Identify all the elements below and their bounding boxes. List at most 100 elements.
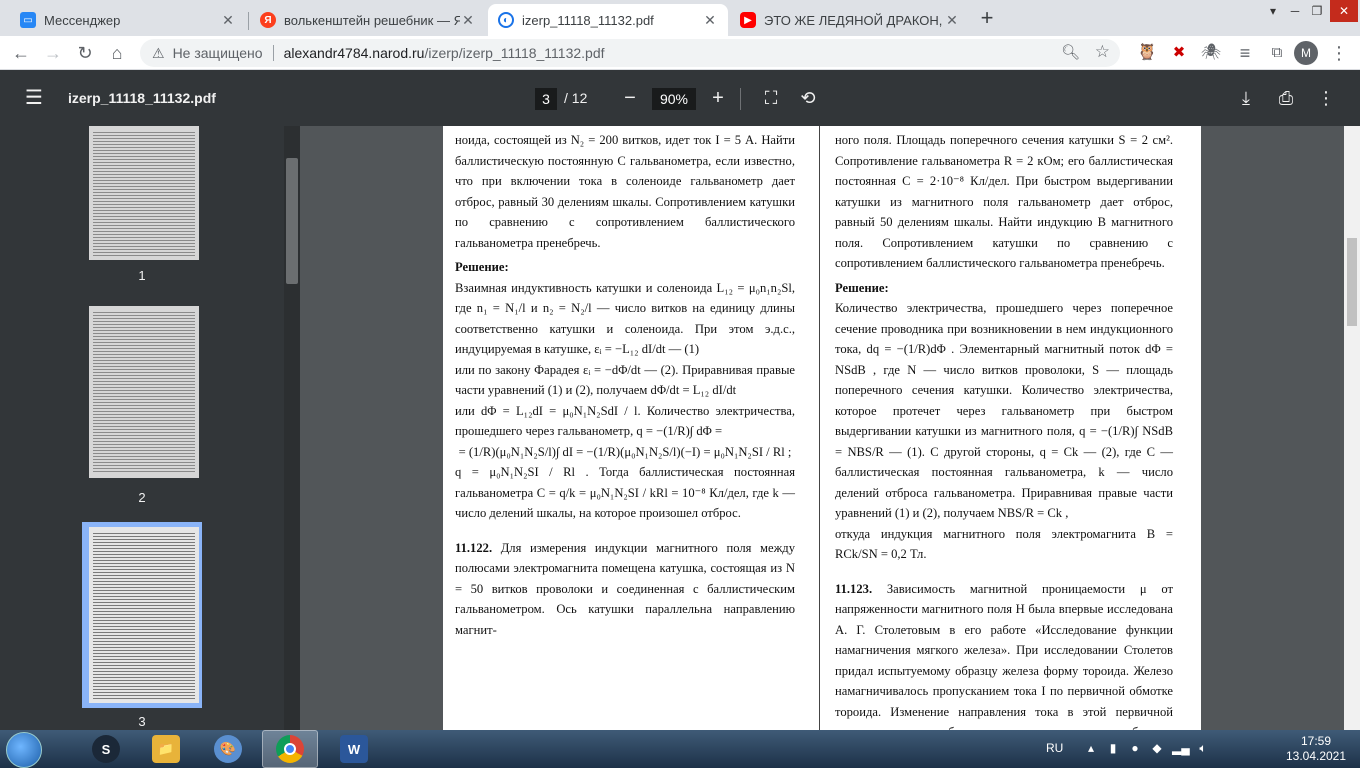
sidebar-scrollbar-thumb[interactable] bbox=[286, 158, 298, 284]
volume-icon[interactable]: 🔈︎ bbox=[1196, 741, 1210, 755]
folder-icon: 📁 bbox=[152, 735, 180, 763]
window-menu-button[interactable]: ▾ bbox=[1262, 0, 1284, 22]
more-options-icon[interactable]: ⋮ bbox=[1312, 84, 1340, 112]
tab-title: ЭТО ЖЕ ЛЕДЯНОЙ ДРАКОН, СП bbox=[764, 12, 944, 28]
close-icon[interactable]: ✕ bbox=[460, 12, 476, 29]
tab-pdf[interactable]: ◐ izerp_11118_11132.pdf ✕ bbox=[488, 4, 728, 36]
thumbnail-text-lines bbox=[93, 310, 195, 474]
taskbar-word[interactable]: W bbox=[326, 730, 382, 768]
pdf-icon: ◐ bbox=[498, 12, 514, 28]
close-icon[interactable]: ✕ bbox=[220, 12, 236, 29]
home-icon[interactable]: ⌂ bbox=[104, 40, 130, 66]
problem-number: 11.122. bbox=[455, 540, 493, 555]
forward-arrow-icon[interactable]: → bbox=[40, 40, 66, 66]
signal-icon[interactable]: ▂▄ bbox=[1172, 741, 1190, 755]
extensions-puzzle-icon[interactable]: ⧉ bbox=[1264, 40, 1290, 66]
column-divider bbox=[819, 126, 820, 730]
start-button[interactable] bbox=[6, 732, 42, 768]
show-hidden-icons[interactable]: ▴ bbox=[1084, 741, 1098, 755]
zoom-in-button[interactable]: + bbox=[704, 84, 732, 112]
clock[interactable]: 17:59 13.04.2021 bbox=[1280, 734, 1352, 764]
new-tab-button[interactable]: + bbox=[974, 6, 1000, 32]
solution-paragraph: Взаимная индуктивность катушки и соленои… bbox=[455, 280, 795, 357]
problem-text: Для измерения индукции магнитного поля м… bbox=[455, 540, 795, 637]
clock-time: 17:59 bbox=[1300, 734, 1332, 748]
problem-text: ноида, состоящей из N₂ = 200 витков, иде… bbox=[455, 133, 795, 250]
browser-toolbar: ← → ↻ ⌂ ⚠ Не защищено alexandr4784.narod… bbox=[0, 36, 1360, 70]
paint-palette-icon: 🎨 bbox=[214, 735, 242, 763]
print-icon[interactable]: ⎙ bbox=[1272, 84, 1300, 112]
clock-date: 13.04.2021 bbox=[1285, 749, 1347, 763]
tab-title: волькенштейн решебник — Янд bbox=[284, 12, 460, 28]
youtube-icon: ▶ bbox=[740, 12, 756, 28]
close-icon[interactable]: ✕ bbox=[702, 12, 718, 29]
tab-title: Мессенджер bbox=[44, 12, 121, 28]
page-number-input[interactable]: 3 bbox=[535, 88, 557, 110]
solution-paragraph: q = μ₀N₁N₂SI / Rl . Тогда баллистическая… bbox=[455, 465, 795, 520]
download-icon[interactable]: ⤓ bbox=[1232, 84, 1260, 112]
insecure-label[interactable]: Не защищено bbox=[173, 45, 263, 61]
extension-owl-icon[interactable]: 🦉 bbox=[1134, 40, 1160, 66]
page-thumbnail-3[interactable] bbox=[89, 527, 199, 703]
taskbar-paint[interactable]: 🎨 bbox=[200, 730, 256, 768]
solution-paragraph: или по закону Фарадея εᵢ = −dΦ/dt — (2).… bbox=[455, 362, 795, 398]
thumbnail-number: 2 bbox=[138, 490, 146, 505]
windows-taskbar: S 📁 🎨 W RU ▴ ▮ ● ◆ ▂▄ 🔈︎ 17:59 13.04.202… bbox=[0, 730, 1360, 768]
zoom-out-button[interactable]: − bbox=[616, 84, 644, 112]
language-indicator[interactable]: RU bbox=[1046, 741, 1063, 755]
yandex-icon: Я bbox=[260, 12, 276, 28]
toolbar-divider bbox=[740, 88, 741, 110]
taskbar-steam[interactable]: S bbox=[78, 730, 134, 768]
rotate-icon[interactable]: ⟲ bbox=[794, 84, 822, 112]
close-window-button[interactable]: ✕ bbox=[1330, 0, 1358, 22]
address-bar[interactable]: ⚠ Не защищено alexandr4784.narod.ru/izer… bbox=[140, 39, 1120, 67]
page-thumbnail-2[interactable] bbox=[89, 306, 199, 478]
reload-icon[interactable]: ↻ bbox=[72, 40, 98, 66]
solution-paragraph: откуда индукция магнитного поля электром… bbox=[835, 526, 1173, 562]
chrome-icon bbox=[276, 735, 304, 763]
close-icon[interactable]: ✕ bbox=[944, 12, 960, 29]
tab-yandex[interactable]: Я волькенштейн решебник — Янд ✕ bbox=[250, 4, 486, 36]
restore-button[interactable]: ❐ bbox=[1306, 0, 1328, 22]
left-column: ноида, состоящей из N₂ = 200 витков, иде… bbox=[455, 130, 795, 640]
app-tray-icon[interactable]: ◆ bbox=[1150, 741, 1164, 755]
viewer-scrollbar-thumb[interactable] bbox=[1347, 238, 1357, 326]
hamburger-menu-icon[interactable]: ☰ bbox=[20, 84, 48, 112]
right-column: ного поля. Площадь поперечного сечения к… bbox=[835, 130, 1173, 763]
network-icon[interactable]: ▮ bbox=[1106, 741, 1120, 755]
taskbar-explorer[interactable]: 📁 bbox=[138, 730, 194, 768]
steam-icon: S bbox=[92, 735, 120, 763]
pdf-page: ноида, состоящей из N₂ = 200 витков, иде… bbox=[443, 126, 1201, 760]
solution-heading: Решение: bbox=[455, 260, 509, 274]
url-text[interactable]: alexandr4784.narod.ru/izerp/izerp_11118_… bbox=[284, 45, 605, 61]
tab-messenger[interactable]: ▭ Мессенджер ✕ bbox=[10, 4, 246, 36]
warning-icon[interactable]: ⚠ bbox=[152, 45, 165, 62]
thumbnail-number: 1 bbox=[138, 268, 146, 283]
tab-youtube[interactable]: ▶ ЭТО ЖЕ ЛЕДЯНОЙ ДРАКОН, СП ✕ bbox=[730, 4, 970, 36]
equation-line: = (1/R)(μ₀N₁N₂S/l)∫ dI = −(1/R)(μ₀N₁N₂S/… bbox=[458, 444, 792, 459]
zoom-magnifier-icon[interactable]: 🔍︎ bbox=[1061, 43, 1080, 61]
fit-page-icon[interactable]: ⛶ bbox=[757, 84, 785, 112]
browser-menu-icon[interactable]: ⋮ bbox=[1326, 40, 1352, 66]
url-host: alexandr4784.narod.ru bbox=[283, 45, 425, 61]
profile-avatar[interactable]: M bbox=[1294, 41, 1318, 65]
problem-text: ного поля. Площадь поперечного сечения к… bbox=[835, 133, 1173, 270]
zoom-input[interactable]: 90% bbox=[652, 88, 696, 110]
problem-number: 11.123. bbox=[835, 581, 873, 596]
extension-bug-icon[interactable]: 🕷 bbox=[1198, 40, 1224, 66]
bookmark-star-icon[interactable]: ☆ bbox=[1095, 42, 1110, 62]
viewer-scrollbar[interactable] bbox=[1344, 126, 1360, 730]
page-thumbnail-1[interactable] bbox=[89, 126, 199, 260]
minimize-button[interactable]: ─ bbox=[1284, 0, 1306, 22]
pdf-toolbar: ☰ izerp_11118_11132.pdf 3 / 12 − 90% + ⛶… bbox=[0, 70, 1360, 126]
reading-list-icon[interactable]: ≡ bbox=[1232, 40, 1258, 66]
back-arrow-icon[interactable]: ← bbox=[8, 40, 34, 66]
taskbar-chrome[interactable] bbox=[262, 730, 318, 768]
extension-x-icon[interactable]: ✖ bbox=[1166, 40, 1192, 66]
omnibox-divider bbox=[272, 45, 274, 61]
chrome-center-icon bbox=[284, 743, 296, 755]
app-tray-icon[interactable]: ● bbox=[1128, 741, 1142, 755]
tab-divider bbox=[248, 12, 249, 30]
messenger-icon: ▭ bbox=[20, 12, 36, 28]
tab-title: izerp_11118_11132.pdf bbox=[522, 12, 654, 28]
